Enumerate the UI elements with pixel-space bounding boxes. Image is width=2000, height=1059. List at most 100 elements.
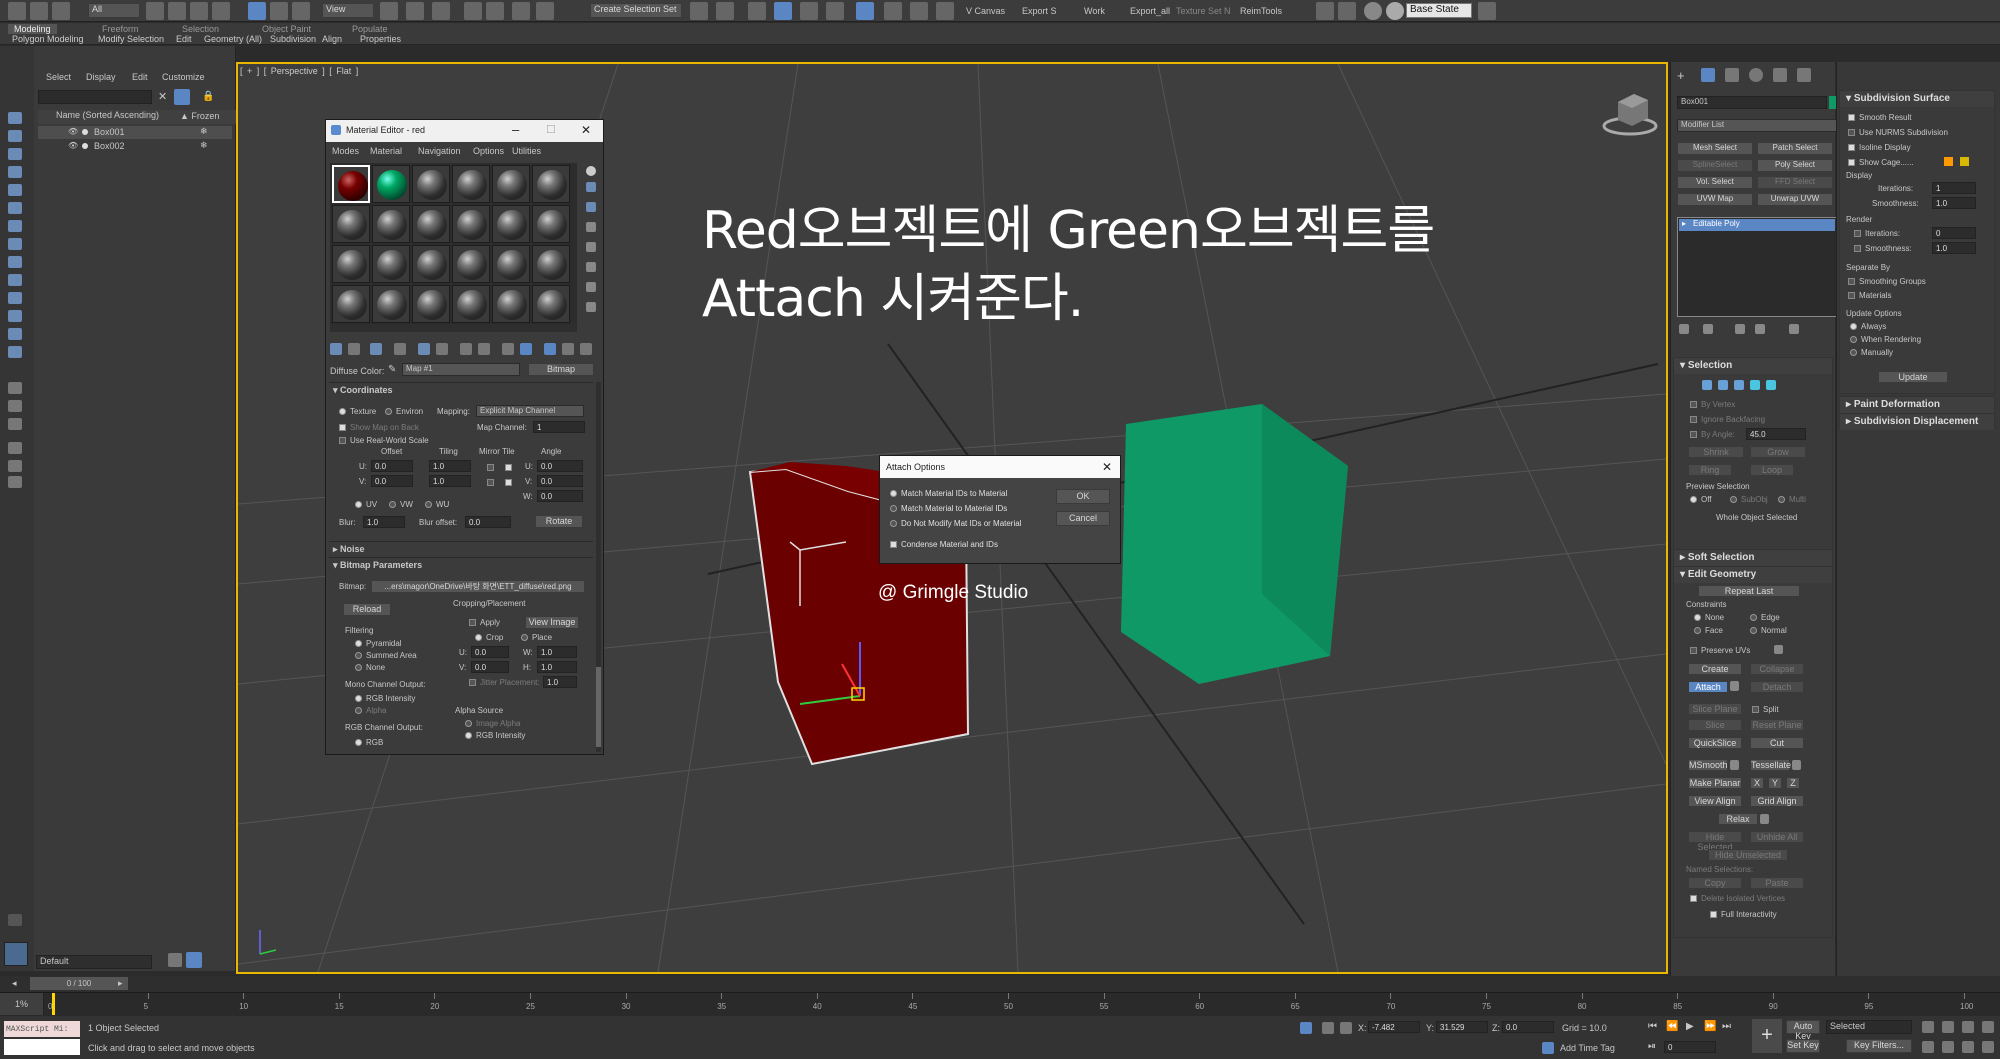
rotate-icon[interactable] xyxy=(270,2,288,20)
material-slot[interactable] xyxy=(332,245,370,283)
zoom-extents-all-icon[interactable] xyxy=(1982,1021,1994,1033)
modifier-button-mesh-select[interactable]: Mesh Select xyxy=(1677,142,1753,155)
image-alpha-radio[interactable]: Image Alpha xyxy=(465,719,520,728)
put-to-library-icon[interactable] xyxy=(460,343,472,355)
make-planar-button[interactable]: Make Planar xyxy=(1688,777,1742,789)
material-slot[interactable] xyxy=(412,165,450,203)
material-slot[interactable] xyxy=(492,165,530,203)
do-not-modify-radio[interactable]: Do Not Modify Mat IDs or Material xyxy=(890,519,1021,528)
ok-button[interactable]: OK xyxy=(1056,489,1110,504)
ribbon-panel-align[interactable]: Align xyxy=(322,34,342,44)
u-tiling-spinner[interactable]: 1.0 xyxy=(429,460,471,472)
go-parent-icon[interactable] xyxy=(544,343,556,355)
reset-map-icon[interactable] xyxy=(394,343,406,355)
update-button[interactable]: Update xyxy=(1878,371,1948,383)
blur-spinner[interactable]: 1.0 xyxy=(363,516,405,528)
select-by-material-icon[interactable] xyxy=(586,282,596,292)
scene-menu-display[interactable]: Display xyxy=(86,72,116,82)
show-end-result-icon[interactable] xyxy=(520,343,532,355)
attach-dialog-titlebar[interactable]: Attach Options ✕ xyxy=(880,456,1120,478)
material-slot[interactable] xyxy=(412,205,450,243)
display-frozen-icon[interactable] xyxy=(8,310,22,322)
shrink-button[interactable]: Shrink xyxy=(1688,446,1744,458)
display-helpers-icon[interactable] xyxy=(8,202,22,214)
modifier-button-splineselect[interactable]: SplineSelect xyxy=(1677,159,1753,172)
render-setup-icon[interactable] xyxy=(884,2,902,20)
display-containers-icon[interactable] xyxy=(8,292,22,304)
named-selection-set-dropdown[interactable]: Create Selection Set xyxy=(590,3,682,18)
none-radio[interactable]: None xyxy=(355,663,385,672)
scene-item-box001[interactable]: 👁 Box001 ❄ xyxy=(38,126,232,139)
angle-snap-icon[interactable] xyxy=(486,2,504,20)
preserve-uvs-settings-icon[interactable] xyxy=(1774,645,1783,654)
make-preview-icon[interactable] xyxy=(586,242,596,252)
subdivision-displacement-header[interactable]: ▸ Subdivision Displacement xyxy=(1840,414,1994,430)
snap-toggle-icon[interactable] xyxy=(464,2,482,20)
material-slot[interactable] xyxy=(372,245,410,283)
scene-menu-customize[interactable]: Customize xyxy=(162,72,205,82)
paint-deformation-rollout[interactable]: ▸ Paint Deformation xyxy=(1839,396,1995,413)
lock-icon[interactable]: 🔒 xyxy=(202,91,214,102)
time-slider[interactable]: ◂ 0 / 100 ▸ xyxy=(0,976,2000,992)
display-shapes-icon[interactable] xyxy=(8,148,22,160)
select-icon[interactable] xyxy=(146,2,164,20)
map-type-button[interactable]: Bitmap xyxy=(528,363,594,376)
orbit-icon[interactable] xyxy=(1962,1041,1974,1053)
v-offset-spinner[interactable]: 0.0 xyxy=(371,475,413,487)
object-name-field[interactable]: Box001 xyxy=(1677,96,1827,109)
grow-button[interactable]: Grow xyxy=(1750,446,1806,458)
pan-icon[interactable] xyxy=(1942,1041,1954,1053)
remove-modifier-icon[interactable] xyxy=(1755,324,1765,334)
use-nurms-checkbox[interactable]: Use NURMS Subdivision xyxy=(1848,128,1948,137)
base-state-dropdown[interactable]: Base State xyxy=(1406,3,1472,18)
ribbon-panel-edit[interactable]: Edit xyxy=(176,34,192,44)
material-slot[interactable] xyxy=(332,285,370,323)
attach-button[interactable]: Attach xyxy=(1688,681,1728,693)
modifier-button-unwrap-uvw[interactable]: Unwrap UVW xyxy=(1757,193,1833,206)
isolate-selection-icon[interactable] xyxy=(1300,1022,1312,1034)
by-angle-checkbox[interactable]: By Angle: xyxy=(1690,430,1735,439)
curve-editor-icon[interactable] xyxy=(800,2,818,20)
get-material-icon[interactable] xyxy=(330,343,342,355)
display-xrefs-icon[interactable] xyxy=(8,256,22,268)
display-tab-icon[interactable] xyxy=(1773,68,1787,82)
render-icon[interactable] xyxy=(936,2,954,20)
alpha-rgb-intensity-radio[interactable]: RGB Intensity xyxy=(465,731,525,740)
by-angle-spinner[interactable]: 45.0 xyxy=(1746,428,1806,440)
real-world-scale-checkbox[interactable]: Use Real-World Scale xyxy=(339,436,429,445)
selection-set-dropdown[interactable]: Selected xyxy=(1826,1020,1912,1034)
material-menu-utilities[interactable]: Utilities xyxy=(512,146,541,156)
display-bones-icon[interactable] xyxy=(8,274,22,286)
cut-button[interactable]: Cut xyxy=(1750,737,1804,749)
pyramidal-radio[interactable]: Pyramidal xyxy=(355,639,402,648)
material-slot[interactable] xyxy=(532,165,570,203)
material-slot[interactable] xyxy=(452,165,490,203)
add-time-tag[interactable]: Add Time Tag xyxy=(1560,1043,1615,1053)
material-id-icon[interactable] xyxy=(478,343,490,355)
display-children-icon[interactable] xyxy=(8,418,22,430)
smoothing-groups-checkbox[interactable]: Smoothing Groups xyxy=(1848,277,1926,286)
ribbon-tab-freeform[interactable]: Freeform xyxy=(96,24,145,34)
bitmap-path-button[interactable]: ...ers\magor\OneDrive\바탕 화면\ETT_diffuse\… xyxy=(371,580,585,593)
sphere-icon[interactable] xyxy=(1364,2,1382,20)
window-crossing-icon[interactable] xyxy=(212,2,230,20)
zoom-all-icon[interactable] xyxy=(1942,1021,1954,1033)
ignore-backfacing-checkbox[interactable]: Ignore Backfacing xyxy=(1690,415,1765,424)
v-angle-spinner[interactable]: 0.0 xyxy=(537,475,583,487)
isoline-display-checkbox[interactable]: Isoline Display xyxy=(1848,143,1911,152)
detach-button[interactable]: Detach xyxy=(1750,681,1804,693)
render-smoothness-spinner[interactable]: 1.0 xyxy=(1932,242,1976,254)
material-slot[interactable] xyxy=(332,165,370,203)
ribbon-tab-modeling[interactable]: Modeling xyxy=(8,24,57,34)
material-slot[interactable] xyxy=(532,285,570,323)
display-lights-icon[interactable] xyxy=(8,166,22,178)
absolute-mode-icon[interactable] xyxy=(1340,1022,1352,1034)
tessellate-button[interactable]: Tessellate xyxy=(1750,759,1791,771)
align-icon[interactable] xyxy=(716,2,734,20)
filter-active-icon[interactable] xyxy=(8,460,22,472)
crop-v-spinner[interactable]: 0.0 xyxy=(471,661,509,673)
filter-toggle-icon[interactable] xyxy=(174,89,190,105)
configure-sets-icon[interactable] xyxy=(1789,324,1799,334)
set-key-button[interactable]: Set Key xyxy=(1786,1039,1820,1053)
v-mirror-checkbox[interactable] xyxy=(487,477,498,488)
